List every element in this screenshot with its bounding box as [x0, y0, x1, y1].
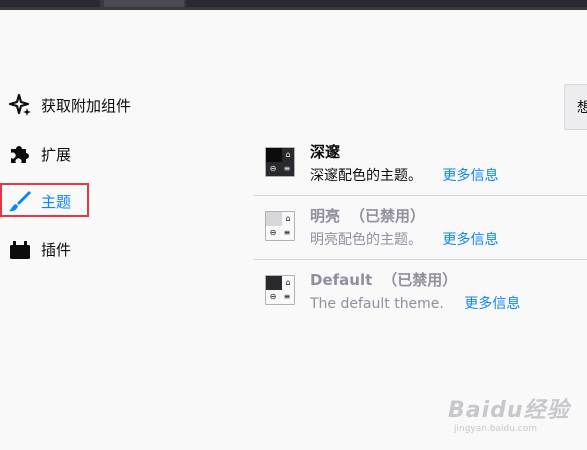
toolbar-segment [104, 0, 184, 7]
toolbar-segment [186, 0, 587, 7]
theme-card-light[interactable]: ⌂ ⊖ ≡ 明亮 （已禁用） 明亮配色的主题。 更多信息 [253, 196, 587, 260]
baidu-jingyan-watermark: Baidu经验 jingyan.baidu.com [448, 392, 570, 434]
menu-icon: ≡ [283, 292, 291, 301]
more-info-link[interactable]: 更多信息 [442, 232, 498, 248]
disabled-status: （已禁用） [350, 207, 426, 225]
theme-card-default[interactable]: ⌂ ⊖ ≡ Default （已禁用） The default theme. 更多… [253, 260, 587, 324]
theme-description: 深邃配色的主题。 [310, 168, 422, 184]
theme-description: The default theme. [310, 296, 444, 312]
selection-highlight-box [0, 183, 89, 217]
toolbar-segment [0, 0, 100, 7]
plugin-icon [8, 237, 32, 261]
theme-preview-thumbnail: ⌂ ⊖ ≡ [265, 211, 295, 241]
puzzle-icon [8, 142, 32, 166]
sidebar-item-plugins[interactable]: 插件 [8, 234, 71, 264]
sidebar-item-get-addons[interactable]: 获取附加组件 [8, 90, 131, 120]
sidebar-item-extensions[interactable]: 扩展 [8, 139, 71, 169]
theme-title: 明亮 [310, 207, 341, 225]
browser-toolbar [0, 0, 587, 10]
theme-name: 明亮 （已禁用） [310, 205, 425, 226]
header-action-button[interactable]: 想 [564, 84, 587, 130]
home-icon: ⌂ [285, 150, 291, 159]
theme-description-row: The default theme. 更多信息 [310, 293, 520, 313]
theme-description-row: 深邃配色的主题。 更多信息 [310, 165, 498, 185]
home-icon: ⌂ [285, 278, 291, 287]
watermark-brand: Baidu经验 [448, 398, 570, 423]
header-action-label: 想 [577, 100, 587, 116]
back-icon: ⊖ [269, 164, 277, 173]
sidebar-item-label: 插件 [41, 240, 72, 259]
theme-description-row: 明亮配色的主题。 更多信息 [310, 229, 498, 249]
more-info-link[interactable]: 更多信息 [442, 168, 498, 184]
theme-preview-thumbnail: ⌂ ⊖ ≡ [265, 147, 295, 177]
home-icon: ⌂ [285, 214, 291, 223]
menu-icon: ≡ [283, 164, 291, 173]
theme-title: Default [310, 271, 373, 289]
theme-card-dark[interactable]: ⌂ ⊖ ≡ 深邃 深邃配色的主题。 更多信息 [253, 132, 587, 196]
sparkle-icon [8, 93, 32, 117]
more-info-link[interactable]: 更多信息 [464, 296, 520, 312]
back-icon: ⊖ [269, 292, 277, 301]
theme-title: 深邃 [310, 143, 341, 161]
back-icon: ⊖ [269, 228, 277, 237]
theme-description: 明亮配色的主题。 [310, 232, 422, 248]
menu-icon: ≡ [283, 228, 291, 237]
disabled-status: （已禁用） [382, 271, 458, 289]
sidebar-item-label: 扩展 [41, 145, 72, 164]
theme-name: 深邃 [310, 141, 340, 162]
sidebar-item-label: 获取附加组件 [41, 96, 132, 115]
theme-preview-thumbnail: ⌂ ⊖ ≡ [265, 275, 295, 305]
watermark-url: jingyan.baidu.com [454, 424, 538, 434]
theme-name: Default （已禁用） [310, 269, 457, 290]
